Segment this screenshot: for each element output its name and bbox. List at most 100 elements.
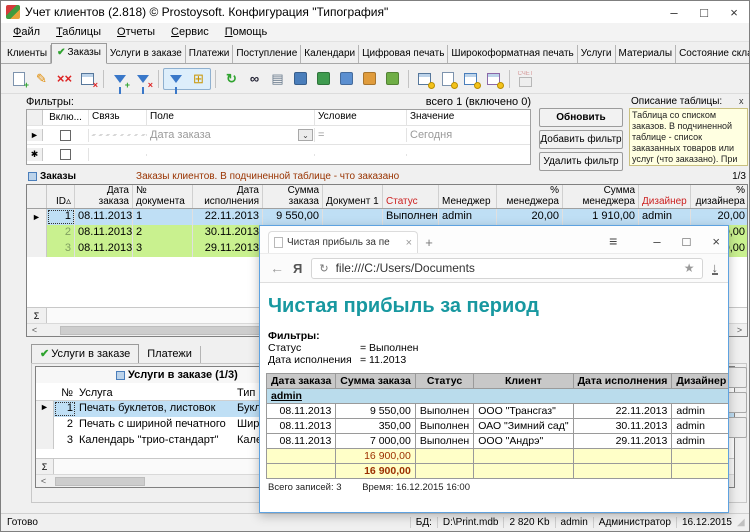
export-report-icon[interactable] [382,69,403,89]
add-record-icon[interactable]: + [8,69,29,89]
filter-value-cell[interactable]: Сегодня [407,128,530,142]
refresh-button[interactable]: Обновить [539,108,623,127]
edit-record-icon[interactable]: ✎ [31,69,52,89]
totals-icon[interactable] [414,69,435,89]
menu-tables[interactable]: Таблицы [48,24,109,40]
description-close-icon[interactable]: x [739,96,744,106]
menu-reports[interactable]: Отчеты [109,24,163,40]
bookmark-star-icon[interactable]: ★ [684,261,695,275]
col-no[interactable]: № [54,386,76,400]
browser-tab[interactable]: Чистая прибыль за пе × [268,231,418,253]
filter-enabled-checkbox[interactable] [60,130,71,141]
minimize-button[interactable]: – [659,1,689,23]
menu-help[interactable]: Помощь [217,24,276,40]
delete-subrecords-icon[interactable]: × [77,69,98,89]
col-manager-pct[interactable]: % менеджера [497,185,563,208]
row-marker-icon: ► [27,209,47,225]
tab-payments[interactable]: Платежи [186,45,234,63]
tab-stock[interactable]: Состояние склада [676,45,750,63]
reload-icon[interactable]: ↻ [319,262,328,275]
report-records-count: Всего записей: 3 [268,482,342,493]
col-order-sum[interactable]: Сумма заказа [263,185,323,208]
tab-services[interactable]: Услуги [578,45,616,63]
filter-newrow-marker: ✱ [27,148,43,161]
export-html-icon[interactable] [336,69,357,89]
tab-materials[interactable]: Материалы [616,45,677,63]
browser-close-icon[interactable]: × [712,234,720,249]
scroll-right-icon[interactable]: > [732,325,747,335]
url-text[interactable]: file:///C:/Users/Documents [336,261,677,275]
window-view-icon[interactable] [483,69,504,89]
orders-section-note: Заказы клиентов. В подчиненной таблице -… [136,171,732,182]
col-doc-no[interactable]: № документа [133,185,193,208]
export-word-icon[interactable] [290,69,311,89]
browser-minimize-icon[interactable]: – [653,234,660,249]
col-document1[interactable]: Документ 1 [323,185,383,208]
new-tab-icon[interactable]: + [418,235,440,253]
toolbar: + ✎ ×× × + × ⊞ ↻ ∞ ▤ СЧЕТ [1,64,749,94]
title-bar: Учет клиентов (2.818) © Prostoysoft. Кон… [1,1,749,23]
add-filter-icon[interactable]: + [109,69,130,89]
window-title: Учет клиентов (2.818) © Prostoysoft. Кон… [25,5,388,19]
scroll-thumb[interactable] [55,477,145,486]
sigma-icon: Σ [36,459,54,474]
add-filter-button[interactable]: Добавить фильтр [539,130,623,149]
browser-address-bar: ← Я ↻ file:///C:/Users/Documents ★ ↓ [260,253,728,283]
orders-row-1[interactable]: ► 1 08.11.2013 1 22.11.2013 9 550,00 Вып… [27,209,747,225]
subtotals-icon[interactable] [437,69,458,89]
delete-record-icon[interactable]: ×× [54,69,75,89]
table-description: Таблица со списком заказов. В подчиненно… [629,108,748,166]
yandex-icon[interactable]: Я [293,261,302,276]
scroll-left-icon[interactable]: < [36,476,51,486]
browser-maximize-icon[interactable]: □ [683,234,691,249]
scroll-left-icon[interactable]: < [27,325,42,335]
close-button[interactable]: × [719,1,749,23]
col-status[interactable]: Статус [383,185,439,208]
tab-calendars[interactable]: Календари [301,45,359,63]
col-manager-sum[interactable]: Сумма менеджера [563,185,639,208]
menu-service[interactable]: Сервис [163,24,217,40]
tab-clients[interactable]: Клиенты [4,45,51,63]
col-designer[interactable]: Дизайнер [639,185,691,208]
maximize-button[interactable]: □ [689,1,719,23]
downloads-icon[interactable]: ↓ [712,262,719,275]
col-id[interactable]: ID▵ [47,185,75,208]
url-field[interactable]: ↻ file:///C:/Users/Documents ★ [311,258,702,279]
col-service[interactable]: Услуга [76,386,234,400]
resize-grip[interactable]: ◢ [737,517,749,528]
filter-new-checkbox[interactable] [60,149,71,160]
status-db-label: БД: [410,517,437,528]
form-view-icon[interactable] [460,69,481,89]
subtab-order-services[interactable]: ✔Услуги в заказе [31,344,139,363]
toggle-filter-icon[interactable] [165,69,186,89]
filter-field-select[interactable]: Дата заказа ⌄ [147,128,315,142]
subtab-payments[interactable]: Платежи [139,346,201,363]
col-order-date[interactable]: Дата заказа [75,185,133,208]
menu-file[interactable]: Файл [5,24,48,40]
col-manager[interactable]: Менеджер [439,185,497,208]
find-icon[interactable]: ∞ [244,69,265,89]
export-xml-icon[interactable] [359,69,380,89]
col-designer-pct[interactable]: % дизайнера [691,185,748,208]
tab-wide-print[interactable]: Широкоформатная печать [448,45,577,63]
tab-close-icon[interactable]: × [406,237,412,249]
chevron-down-icon[interactable]: ⌄ [298,129,313,141]
report-row: 08.11.2013 350,00 Выполнен ОАО "Зимний с… [267,419,729,434]
back-icon[interactable]: ← [270,260,284,276]
refresh-icon[interactable]: ↻ [221,69,242,89]
export-excel-icon[interactable] [313,69,334,89]
remove-filter-icon[interactable]: × [132,69,153,89]
tree-view-icon[interactable]: ⊞ [188,69,209,89]
tab-digital-print[interactable]: Цифровая печать [359,45,448,63]
filter-col-condition: Условие [315,110,407,125]
report-table: Дата заказа Сумма заказа Статус Клиент Д… [266,373,728,479]
tab-orders[interactable]: ✔Заказы [51,43,107,64]
col-exec-date[interactable]: Дата исполнения [193,185,263,208]
filter-condition-cell[interactable]: = [315,128,407,142]
tab-income[interactable]: Поступление [233,45,301,63]
print-icon[interactable]: ▤ [267,69,288,89]
tab-order-services[interactable]: Услуги в заказе [107,45,186,63]
report-filters-label: Фильтры: [268,330,320,342]
invoice-icon[interactable]: СЧЕТ [515,69,536,89]
browser-menu-icon[interactable]: ≡ [609,233,617,249]
